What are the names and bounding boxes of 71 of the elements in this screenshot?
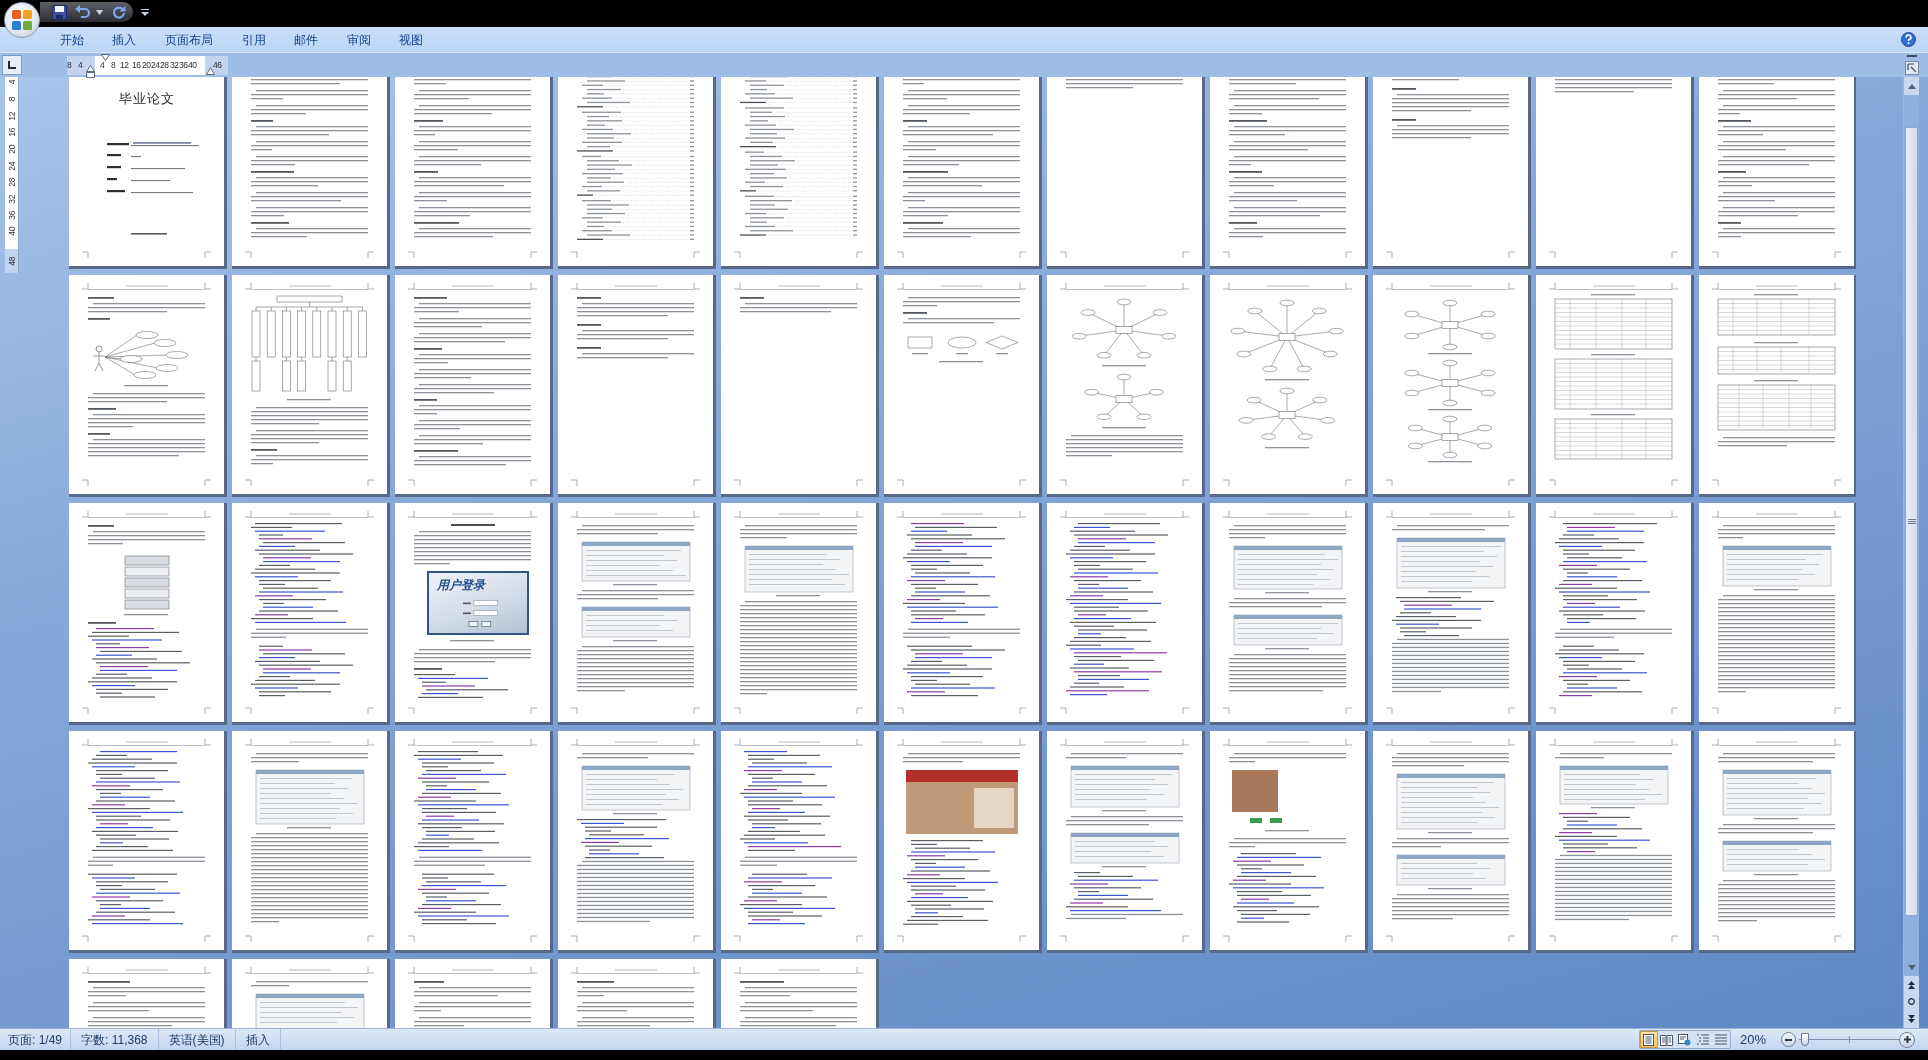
save-icon[interactable] [52,4,67,20]
outline-icon [1696,1034,1709,1045]
ruler-number: 40 [188,59,197,70]
repeat-icon[interactable] [112,5,126,19]
ruler-number: 8 [111,59,116,70]
ribbon-tab[interactable]: 开始 [45,28,99,51]
page-globe-icon [1678,1033,1692,1046]
ribbon-tab[interactable]: 邮件 [279,28,333,51]
grip-icon [1907,519,1916,524]
ruler-number: 20 [7,145,17,154]
ruler-toggle-icon [1905,54,1919,76]
zoom-out-button[interactable] [1781,1032,1796,1047]
zoom-in-button[interactable] [1899,1031,1915,1048]
caret-icon[interactable] [96,9,103,15]
minus-icon [1785,1038,1792,1041]
page-icon [1643,1033,1655,1046]
view-ruler-button[interactable] [1904,54,1920,76]
ribbon-tab[interactable]: 视图 [385,28,438,51]
next-page-button[interactable] [1904,1010,1919,1028]
ruler-number: 12 [120,59,129,70]
down-arrow-icon [1907,964,1916,970]
double-down-arrow-icon [1908,1015,1915,1023]
zoom-level[interactable]: 20% [1739,1029,1766,1050]
ruler-number: 24 [151,59,160,70]
ribbon-tab[interactable]: 插入 [98,28,151,51]
ruler-number: 32 [170,59,179,70]
ruler-number: 36 [7,211,17,220]
ruler-number: 4 [100,59,105,70]
up-arrow-icon [1907,83,1916,89]
ruler-number: 46 [213,59,222,70]
left-tab-icon [8,61,16,69]
zoom-slider-thumb[interactable] [1801,1033,1809,1046]
double-up-arrow-icon [1908,980,1915,989]
ruler-number: 24 [7,162,17,171]
ruler-number: 32 [7,195,17,204]
ruler-number: 36 [179,59,188,70]
login-form-drawing [463,600,498,627]
ruler-number: 12 [7,112,17,121]
ruler-number: 48 [7,257,17,266]
ruler-number: 16 [132,59,141,70]
customize-caret-icon[interactable] [141,9,149,16]
office-button[interactable] [4,2,40,38]
ribbon-tab[interactable]: 引用 [227,28,280,51]
ruler-number: 4 [7,80,17,85]
page-title: 毕业论文 [118,91,175,107]
view-button[interactable] [1639,1031,1658,1048]
scroll-up-button[interactable] [1904,77,1919,95]
hanging-indent-icon[interactable] [86,64,95,78]
login-title: 用户登录 [436,577,487,592]
previous-page-button[interactable] [1904,976,1919,993]
undo-icon[interactable] [75,5,90,19]
ruler-number: 8 [7,97,17,102]
ribbon-tab[interactable]: 页面布局 [150,28,228,51]
ruler-number: 4 [78,59,83,70]
tab-selector-button[interactable] [2,55,22,75]
open-book-icon [1660,1033,1674,1046]
ruler-number: 16 [7,128,17,137]
ruler-number: 28 [160,59,169,70]
right-indent-icon[interactable] [206,66,215,75]
scroll-thumb[interactable] [1905,127,1918,916]
help-icon[interactable] [1901,32,1916,47]
circle-icon [1908,998,1915,1005]
ruler-number: 28 [7,178,17,187]
lines-icon [1714,1034,1727,1045]
plus-icon [1903,1036,1911,1043]
ribbon-tab[interactable]: 审阅 [332,28,386,51]
ruler-number: 40 [7,227,17,236]
ruler-number: 20 [142,59,151,70]
ruler-number: 8 [67,59,72,70]
zoom-slider[interactable] [1799,1032,1899,1047]
office-logo-icon [12,10,32,30]
